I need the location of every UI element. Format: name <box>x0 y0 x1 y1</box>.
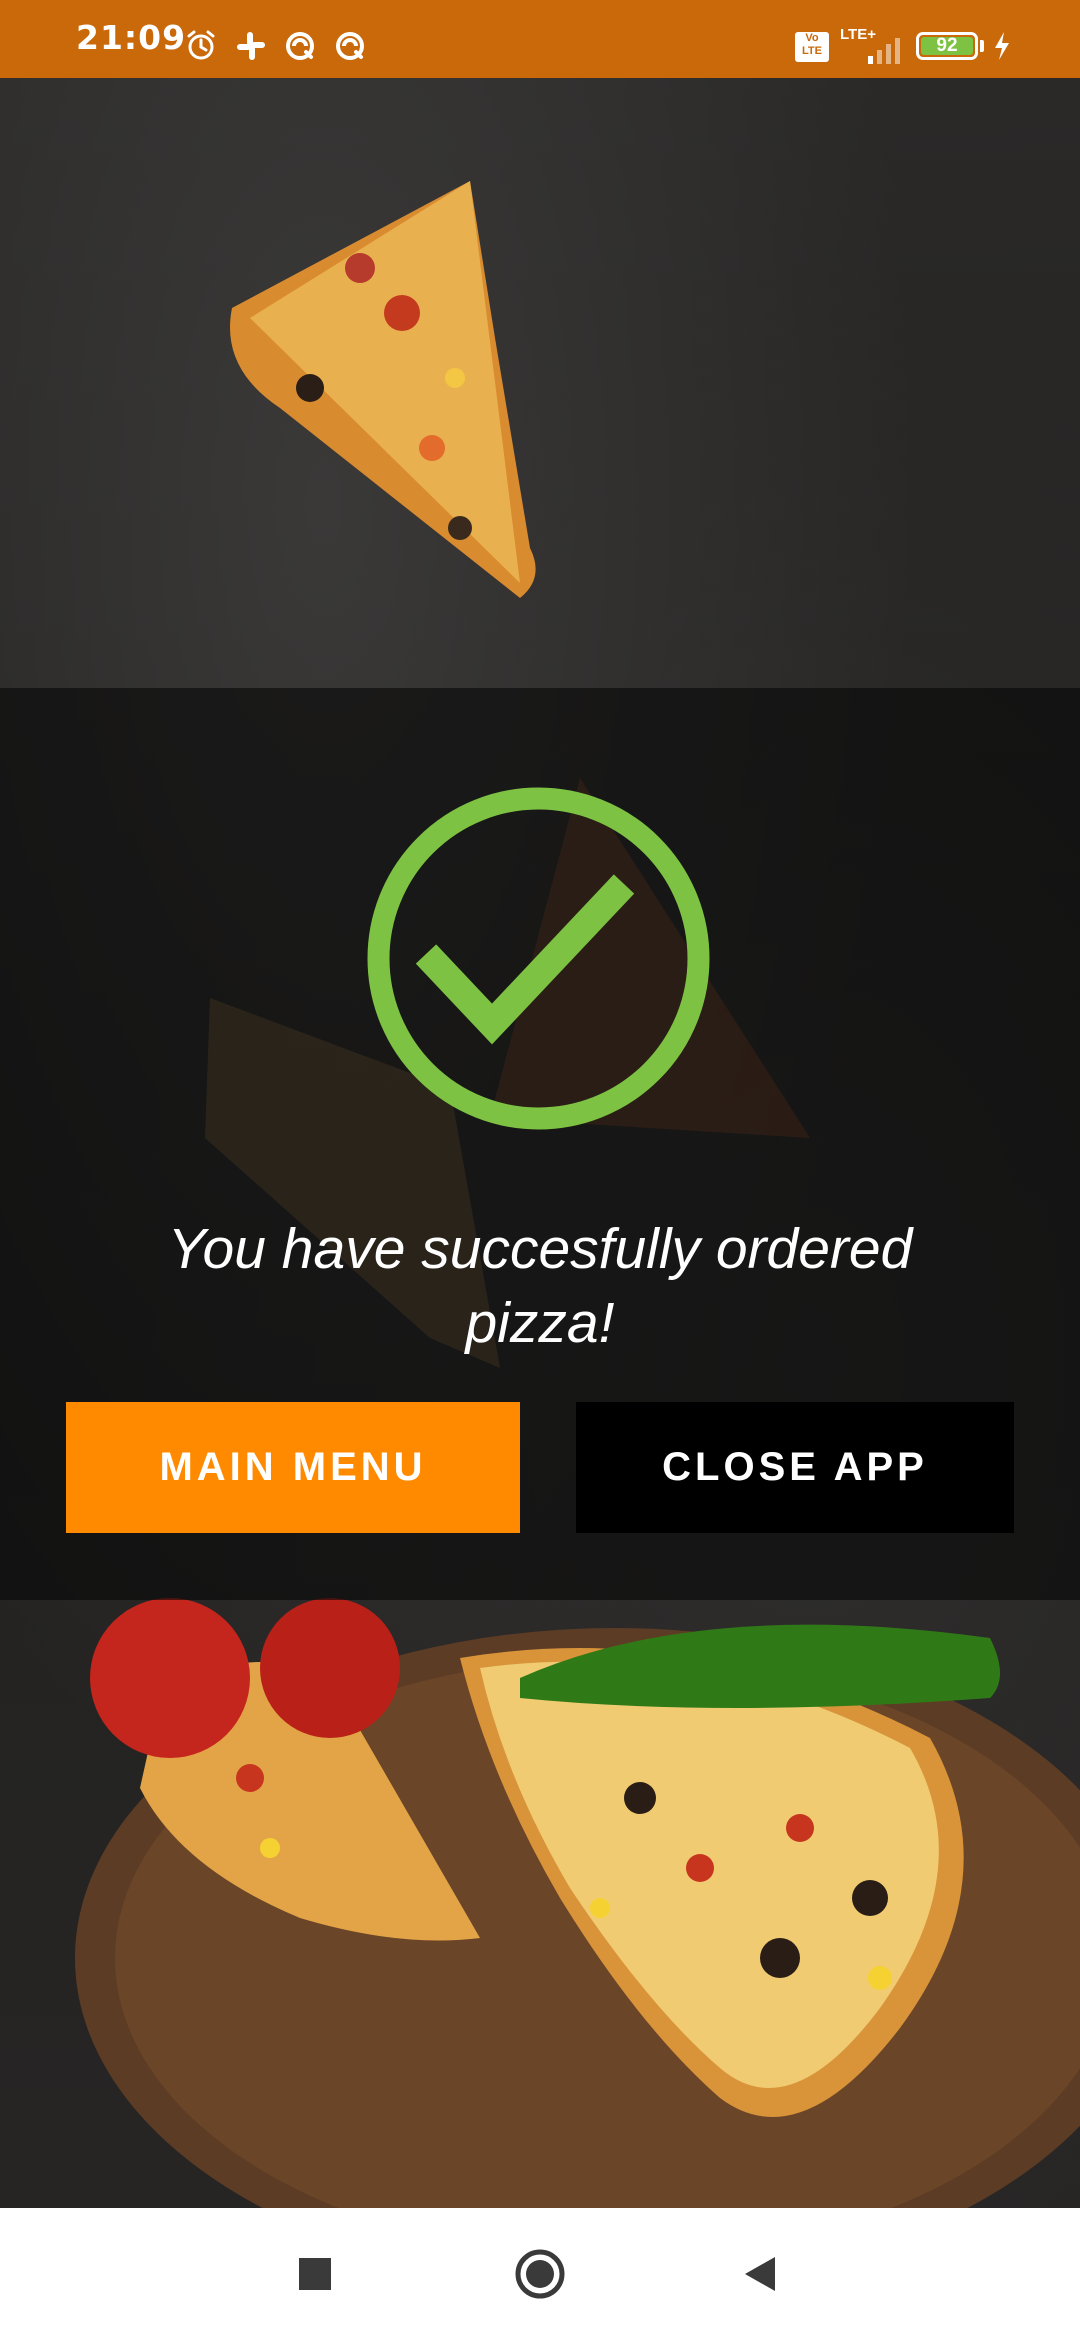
battery-nub <box>980 40 984 52</box>
close-app-button[interactable]: CLOSE APP <box>576 1402 1014 1533</box>
battery-icon: 92 <box>916 32 978 60</box>
status-bar: 21:09 Vo LTE LTE+ 92 <box>0 0 1080 78</box>
signal-icon <box>868 38 900 64</box>
main-menu-button[interactable]: MAIN MENU <box>66 1402 520 1533</box>
back-icon <box>745 2257 775 2291</box>
success-message: You have succesfully ordered pizza! <box>167 1217 913 1355</box>
charging-icon <box>995 32 1009 60</box>
back-button[interactable] <box>730 2244 790 2304</box>
navigation-bar <box>0 2208 1080 2340</box>
status-time: 21:09 <box>76 18 187 57</box>
notification-icon <box>336 32 364 60</box>
recents-icon <box>299 2258 331 2290</box>
battery-text: 92 <box>936 35 958 56</box>
notification-icon <box>286 32 314 60</box>
slack-icon <box>237 32 265 60</box>
check-circle-icon <box>367 787 710 1130</box>
volte-badge: Vo LTE <box>795 32 829 62</box>
home-icon <box>515 2249 565 2299</box>
recents-button[interactable] <box>285 2244 345 2304</box>
home-button[interactable] <box>510 2244 570 2304</box>
alarm-icon <box>187 30 215 60</box>
volte-label: Vo LTE <box>802 32 822 57</box>
